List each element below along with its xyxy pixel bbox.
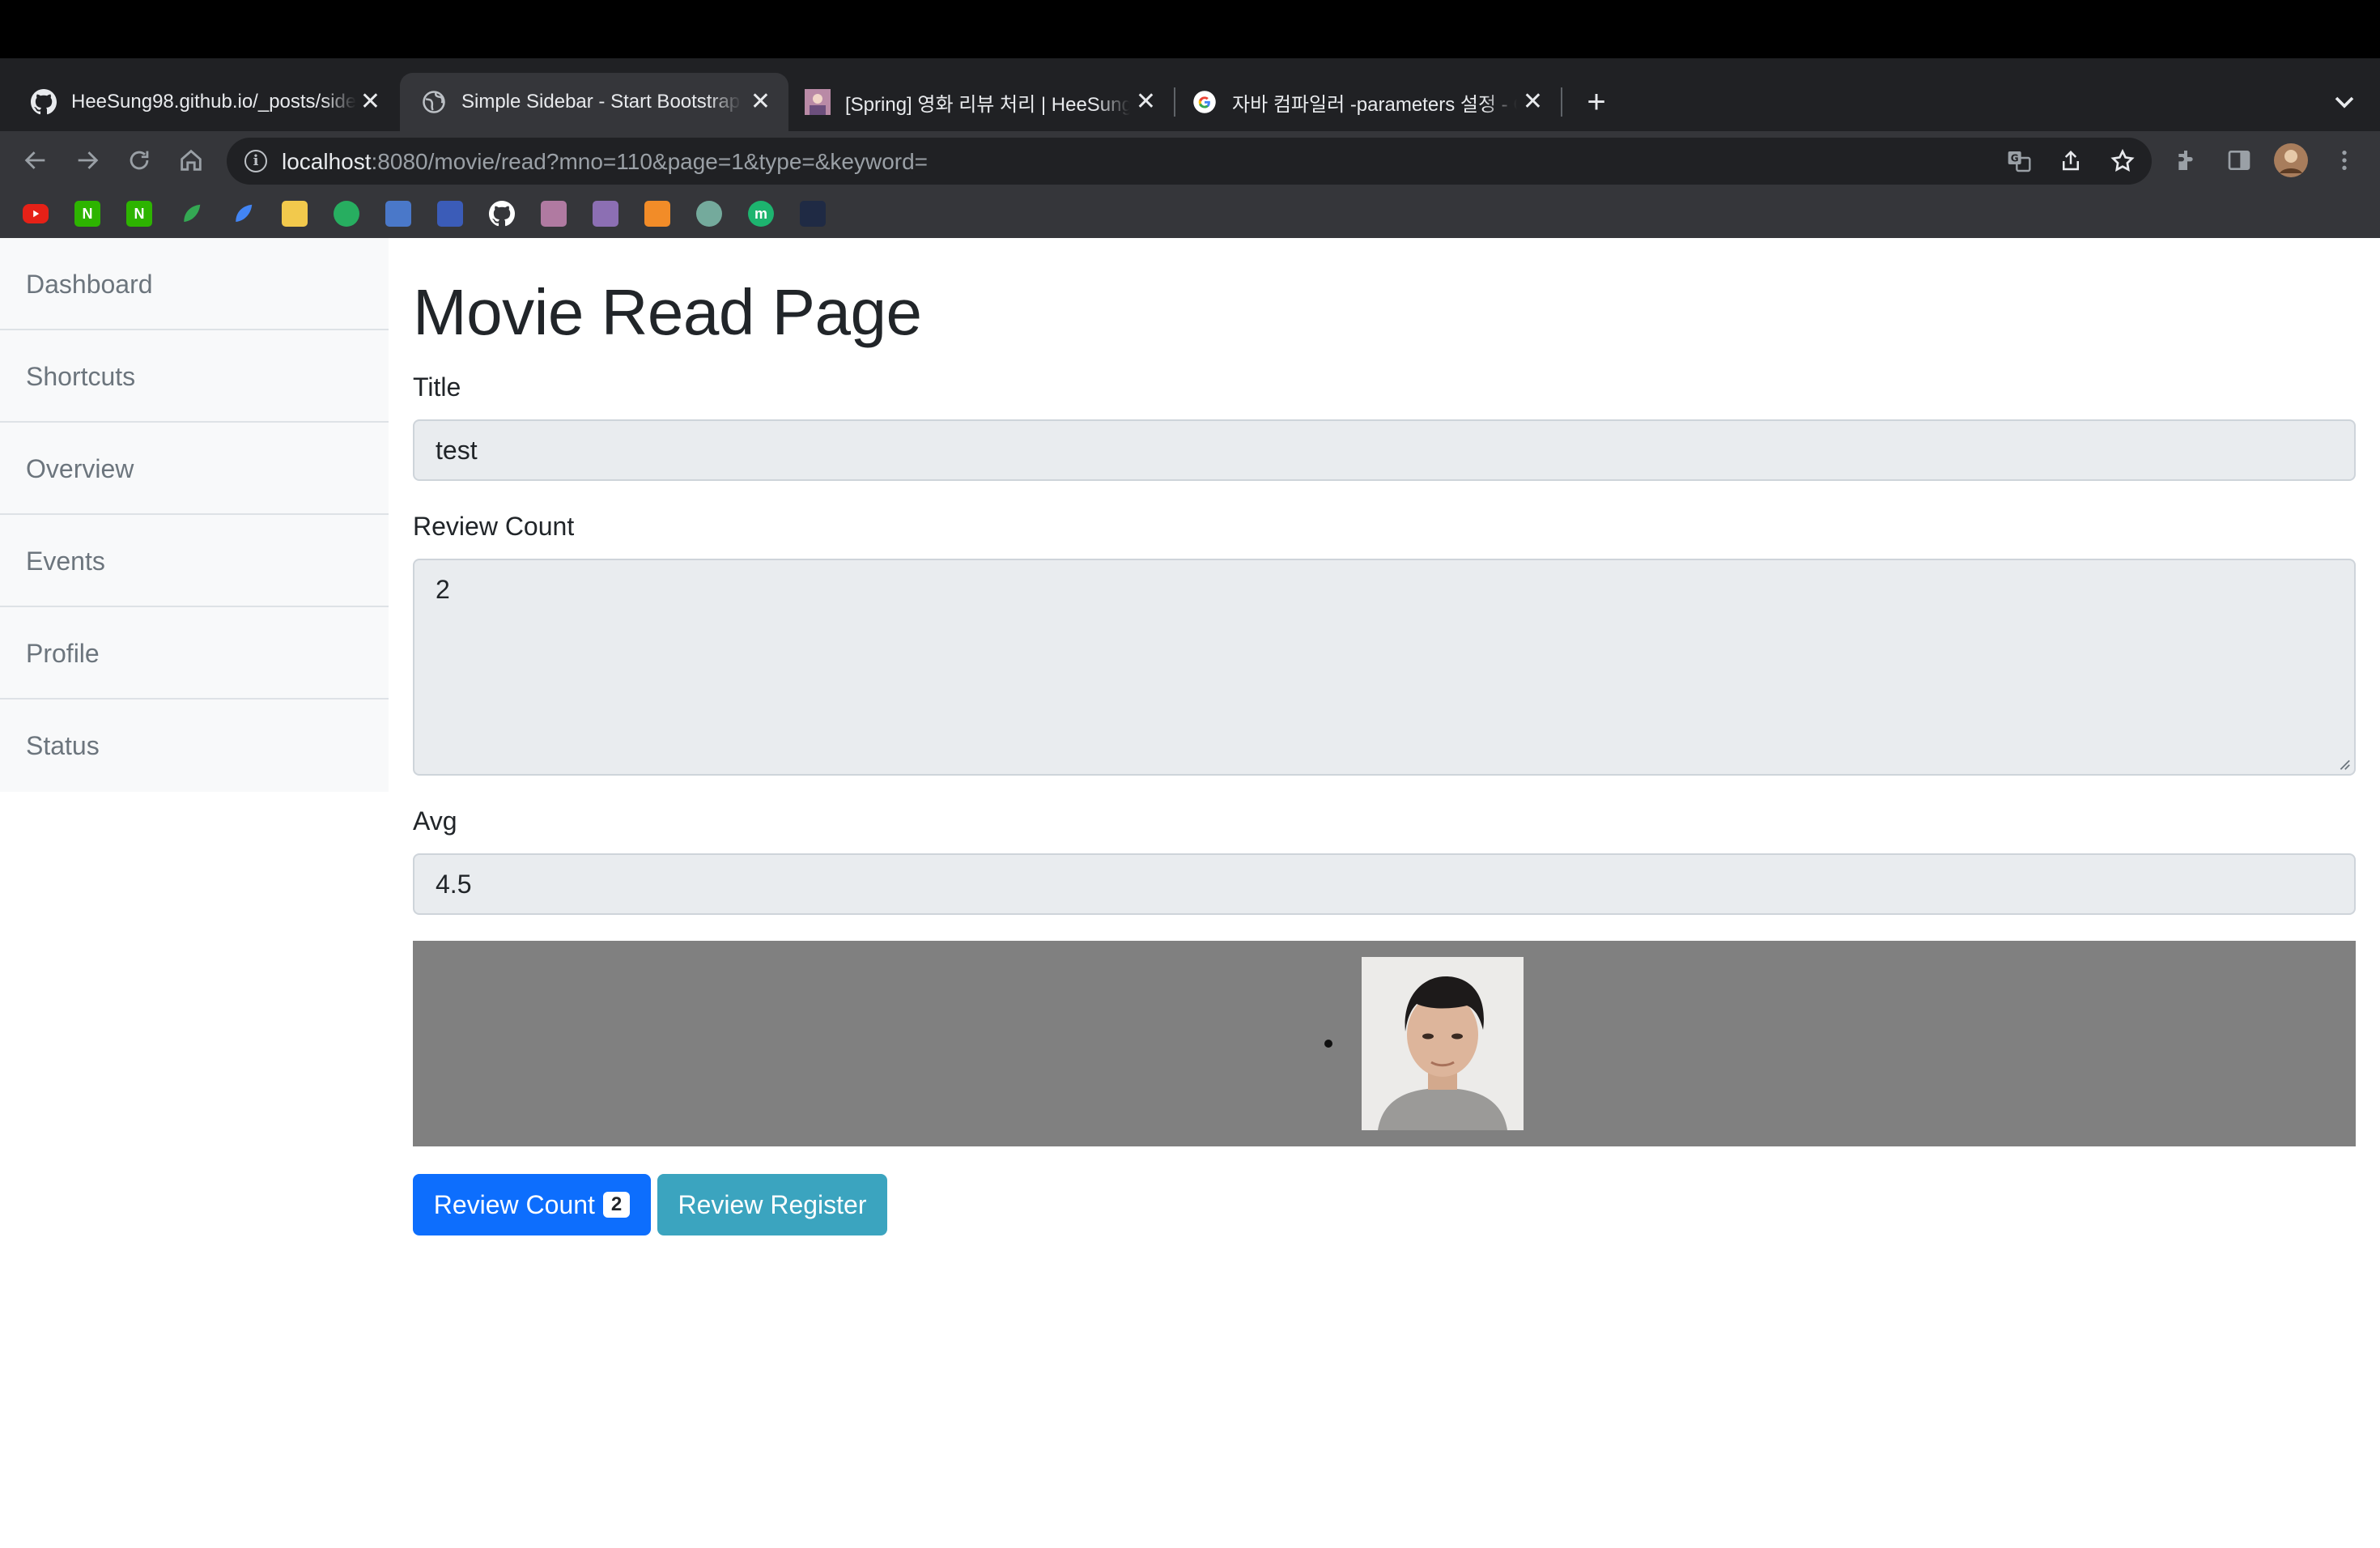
sidebar-item-events[interactable]: Events (0, 515, 389, 607)
naver-icon[interactable]: N (74, 201, 100, 227)
tab-title: [Spring] 영화 리뷰 처리 | HeeSung (845, 93, 1130, 116)
blue-square-icon[interactable] (385, 201, 411, 227)
new-tab-button[interactable]: + (1579, 84, 1614, 120)
image-icon[interactable] (282, 201, 308, 227)
reload-icon[interactable] (121, 142, 157, 178)
tab-title: Simple Sidebar - Start Bootstrap (461, 91, 741, 113)
pen-icon[interactable] (230, 201, 256, 227)
avg-label: Avg (413, 806, 457, 836)
list-bullet (1324, 1040, 1332, 1048)
openai-icon[interactable] (696, 201, 722, 227)
sidebar-item-dashboard[interactable]: Dashboard (0, 238, 389, 330)
translate-icon[interactable]: G (2006, 148, 2032, 174)
review-count-button-label: Review Count (433, 1189, 595, 1219)
image-gallery (413, 941, 2356, 1146)
home-icon[interactable] (173, 142, 209, 178)
review-count-badge: 2 (602, 1192, 631, 1218)
title-label: Title (413, 372, 461, 402)
svg-text:G: G (2011, 153, 2019, 164)
sidebar-item-shortcuts[interactable]: Shortcuts (0, 330, 389, 423)
url-path: :8080/movie/read?mno=110&page=1&type=&ke… (371, 149, 929, 174)
box-icon[interactable] (644, 201, 670, 227)
tab-simple-sidebar[interactable]: Simple Sidebar - Start Bootstrap ✕ (400, 73, 788, 131)
review-count-value: 2 (436, 575, 450, 604)
navigation-row: i localhost:8080/movie/read?mno=110&page… (0, 131, 2380, 189)
sidebar-item-status[interactable]: Status (0, 700, 389, 792)
review-count-field[interactable]: 2 (413, 559, 2356, 776)
sidebar: Dashboard Shortcuts Overview Events Prof… (0, 238, 389, 792)
address-bar[interactable]: i localhost:8080/movie/read?mno=110&page… (227, 138, 2152, 185)
youtube-icon[interactable] (23, 204, 49, 223)
owl-icon[interactable] (437, 201, 463, 227)
blog-avatar-icon (805, 89, 831, 115)
url-host: localhost (282, 149, 372, 174)
url-text[interactable]: localhost:8080/movie/read?mno=110&page=1… (282, 149, 928, 175)
review-count-button[interactable]: Review Count 2 (413, 1174, 651, 1235)
bookmarks-bar: NNm (0, 189, 2380, 238)
globe-icon (421, 89, 447, 115)
leaf-icon[interactable] (178, 201, 204, 227)
tab-github-sidebar[interactable]: HeeSung98.github.io/_posts/sidebar ✕ (0, 73, 398, 131)
profile-avatar-icon[interactable] (2273, 142, 2309, 178)
share-icon[interactable] (2058, 148, 2084, 174)
tab-separator (1174, 87, 1175, 117)
avatar-icon[interactable] (541, 201, 567, 227)
tab-separator (1561, 87, 1562, 117)
page-title: Movie Read Page (413, 276, 922, 348)
green-circle-icon[interactable] (334, 201, 359, 227)
review-register-button[interactable]: Review Register (657, 1174, 887, 1235)
tab-spring-review[interactable]: [Spring] 영화 리뷰 처리 | HeeSung ✕ (790, 73, 1174, 131)
title-field[interactable]: test (413, 419, 2356, 481)
forward-arrow-icon[interactable] (70, 142, 105, 178)
tab-google-search[interactable]: 자바 컴파일러 -parameters 설정 - Google ✕ (1177, 73, 1561, 131)
avg-field[interactable]: 4.5 (413, 853, 2356, 915)
site-info-icon[interactable]: i (244, 150, 267, 172)
side-panel-icon[interactable] (2221, 142, 2257, 178)
tab-close-icon[interactable]: ✕ (360, 90, 380, 114)
movie-image-thumbnail[interactable] (1362, 957, 1524, 1130)
resize-handle-icon[interactable] (2336, 756, 2351, 771)
kebab-menu-icon[interactable] (2327, 142, 2362, 178)
review-count-label: Review Count (413, 512, 575, 541)
tab-title: 자바 컴파일러 -parameters 설정 - Google (1232, 93, 1517, 116)
extensions-puzzle-icon[interactable] (2170, 142, 2205, 178)
back-arrow-icon[interactable] (18, 142, 53, 178)
sidebar-item-profile[interactable]: Profile (0, 607, 389, 700)
tab-close-icon[interactable]: ✕ (1523, 90, 1543, 114)
tab-title: HeeSung98.github.io/_posts/sidebar (71, 91, 356, 113)
tab-close-icon[interactable]: ✕ (750, 90, 771, 114)
bookmark-star-icon[interactable] (2110, 148, 2136, 174)
tab-search-chevron-icon[interactable] (2328, 86, 2361, 118)
tab-close-icon[interactable]: ✕ (1136, 90, 1156, 114)
github-icon[interactable] (489, 201, 515, 227)
naver-icon-2[interactable]: N (126, 201, 152, 227)
tab-strip: HeeSung98.github.io/_posts/sidebar ✕ Sim… (0, 58, 2380, 131)
m-icon[interactable]: m (748, 201, 774, 227)
bird-icon[interactable] (800, 201, 826, 227)
sidebar-item-overview[interactable]: Overview (0, 423, 389, 515)
github-icon (31, 89, 57, 115)
google-icon (1192, 89, 1218, 115)
screen-top-band (0, 0, 2380, 58)
gear-icon[interactable] (593, 201, 618, 227)
browser-chrome: HeeSung98.github.io/_posts/sidebar ✕ Sim… (0, 58, 2380, 238)
